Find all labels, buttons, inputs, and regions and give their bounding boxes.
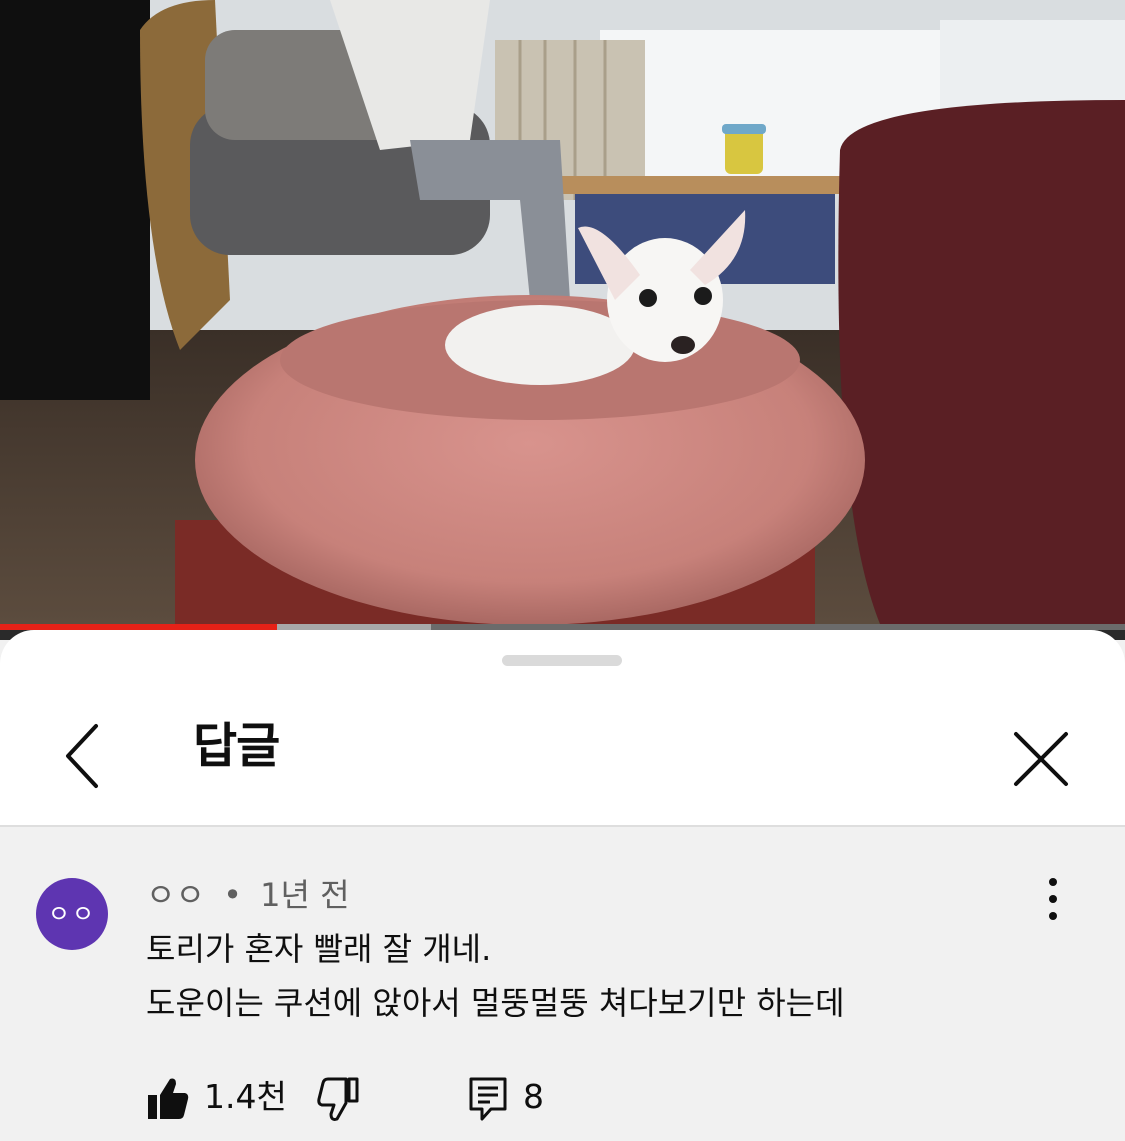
reply-button[interactable] [468,1076,508,1122]
like-button[interactable] [146,1075,190,1121]
video-frame [0,0,1125,624]
comment-meta: ㅇㅇ • 1년 전 [146,876,350,914]
back-button[interactable] [54,722,110,790]
comment-actions: 1.4천 8 [146,1075,606,1121]
comment-author[interactable]: ㅇㅇ [146,876,205,914]
comment-time: 1년 전 [260,876,350,914]
reply-count: 8 [523,1077,544,1116]
drag-handle[interactable] [502,655,622,666]
replies-sheet: 답글 ㅇㅇ ㅇㅇ • 1년 전 토리가 혼자 빨래 잘 개네. 도운이는 쿠션에… [0,630,1125,1141]
comment-text-line: 토리가 혼자 빨래 잘 개네. [146,930,492,968]
meta-separator: • [223,876,242,914]
close-icon [1014,732,1068,786]
more-options-button[interactable] [1030,877,1076,921]
chevron-left-icon [66,724,98,788]
close-button[interactable] [1008,726,1074,792]
reply-icon [469,1077,507,1121]
thumbs-up-icon [148,1078,189,1119]
comment-text-line: 도운이는 쿠션에 앉아서 멀뚱멀뚱 쳐다보기만 하는데 [146,984,845,1022]
video-player[interactable] [0,0,1125,640]
avatar[interactable]: ㅇㅇ [36,878,108,950]
sheet-title: 답글 [193,718,280,774]
dislike-button[interactable] [316,1075,360,1121]
comment-item: ㅇㅇ ㅇㅇ • 1년 전 토리가 혼자 빨래 잘 개네. 도운이는 쿠션에 앉아… [0,827,1125,1141]
like-count: 1.4천 [204,1077,287,1116]
more-vertical-icon [1049,878,1057,920]
thumbs-down-icon [317,1077,359,1121]
